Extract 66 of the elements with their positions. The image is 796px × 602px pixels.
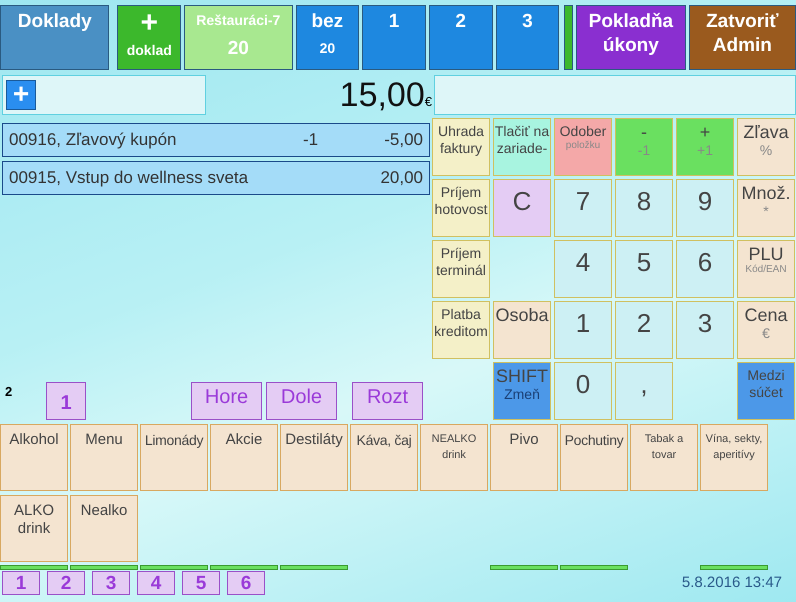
keypad-key[interactable]: Množ. * — [737, 179, 795, 237]
keypad-key[interactable]: Tlačiť na zariade- — [493, 118, 551, 176]
category-button[interactable]: NEALKO drink — [420, 424, 488, 491]
scroll-button[interactable]: Hore — [191, 382, 262, 420]
keypad-key[interactable]: - -1 — [615, 118, 673, 176]
page-button[interactable]: 1 — [46, 382, 86, 420]
toolbar-button[interactable]: Zatvoriť Admin — [688, 5, 796, 70]
receipt-row[interactable]: 00915, Vstup do wellness sveta 20,00 — [2, 161, 430, 195]
currency-label: € — [424, 94, 432, 108]
scroll-button[interactable]: Dole — [266, 382, 337, 420]
page-tab[interactable]: 5 — [182, 570, 220, 594]
keypad-key[interactable]: 0 — [554, 362, 612, 420]
page-tab[interactable]: 6 — [227, 570, 265, 594]
page-tab[interactable]: 4 — [137, 570, 175, 594]
keypad-key[interactable]: 6 — [676, 240, 734, 298]
category-button[interactable]: ALKO drink — [0, 495, 68, 562]
keypad-key[interactable]: 2 — [615, 301, 673, 359]
page-tab[interactable]: 1 — [2, 570, 40, 594]
toolbar-button[interactable]: bez 20 — [296, 5, 360, 70]
keypad-key[interactable]: Odober položku — [554, 118, 612, 176]
total-amount: 15,00 — [340, 76, 425, 114]
page-tab[interactable]: 2 — [47, 570, 85, 594]
category-button[interactable]: Pivo — [490, 424, 558, 491]
item-name: 00916, Zľavový kupón — [9, 130, 178, 150]
keypad-key[interactable]: Príjem hotovost — [432, 179, 490, 237]
category-button[interactable]: Vína, sekty, aperitívy — [700, 424, 768, 491]
keypad-key[interactable]: Cena € — [737, 301, 795, 359]
keypad-key[interactable]: Platba kreditom — [432, 301, 490, 359]
keypad-key[interactable]: 3 — [676, 301, 734, 359]
category-button[interactable]: Akcie — [210, 424, 278, 491]
scroll-button[interactable]: Rozt — [352, 382, 423, 420]
category-button[interactable]: Káva, čaj — [350, 424, 418, 491]
category-button[interactable]: Limonády — [140, 424, 208, 491]
item-price: -5,00 — [383, 130, 423, 150]
category-button[interactable]: Nealko — [70, 495, 138, 562]
keypad-key[interactable]: 8 — [615, 179, 673, 237]
keypad-key[interactable]: , — [615, 362, 673, 420]
item-quantity: -1 — [303, 130, 320, 150]
item-name: 00915, Vstup do wellness sveta — [9, 168, 250, 188]
button-edge[interactable] — [564, 5, 574, 70]
keypad-key[interactable]: 7 — [554, 179, 612, 237]
item-price: 20,00 — [379, 168, 423, 188]
keypad-key[interactable]: 9 — [676, 179, 734, 237]
keypad-key[interactable]: + +1 — [676, 118, 734, 176]
page-tab[interactable]: 3 — [92, 570, 130, 594]
date-time: 5.8.2016 13:47 — [682, 574, 782, 591]
toolbar-button[interactable]: Pokladňa úkony — [576, 5, 686, 70]
toolbar-button[interactable]: 2 — [428, 5, 493, 70]
category-button[interactable]: Pochutiny — [560, 424, 628, 491]
toolbar-button[interactable]: 3 — [496, 5, 560, 70]
keypad-key[interactable]: 4 — [554, 240, 612, 298]
page-count: 2 — [5, 384, 14, 399]
keypad-key[interactable]: Príjem terminál — [432, 240, 490, 298]
receipt-row[interactable]: 00916, Zľavový kupón -1 -5,00 — [2, 123, 430, 157]
category-button[interactable]: Menu — [70, 424, 138, 491]
keypad-key[interactable]: C — [493, 179, 551, 237]
category-button[interactable]: Tabak a tovar — [630, 424, 698, 491]
keypad-key[interactable]: 5 — [615, 240, 673, 298]
keypad-key[interactable]: 1 — [554, 301, 612, 359]
keypad-key[interactable]: Uhrada faktury — [432, 118, 490, 176]
keypad-key[interactable]: Osoba — [493, 301, 551, 359]
category-button[interactable]: Alkohol — [0, 424, 68, 491]
category-button[interactable]: Destiláty — [280, 424, 348, 491]
keypad-key[interactable]: Zľava % — [737, 118, 795, 176]
keypad-key[interactable]: PLU Kód/EAN — [737, 240, 795, 298]
toolbar-button[interactable]: 1 — [362, 5, 426, 70]
